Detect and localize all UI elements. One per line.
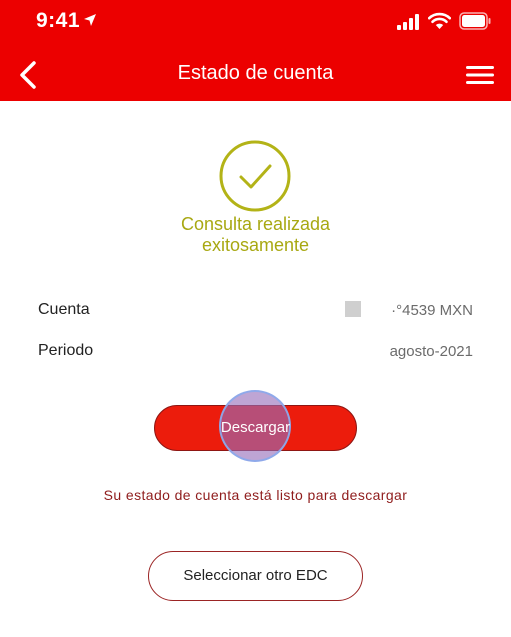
touch-indicator (219, 390, 291, 462)
app-header: 9:41 Estado de cuenta (0, 0, 511, 101)
success-message: Consulta realizada exitosamente (130, 214, 381, 256)
select-other-edc-button[interactable]: Seleccionar otro EDC (148, 551, 363, 601)
page-title: Estado de cuenta (177, 62, 334, 84)
battery-icon (459, 12, 491, 30)
account-mask-indicator (345, 301, 361, 317)
ready-message: Su estado de cuenta está listo para desc… (103, 487, 408, 503)
account-value: ·°4539 MXN (391, 302, 473, 319)
status-time: 9:41 (36, 9, 81, 32)
success-message-line-1: Consulta realizada (180, 214, 331, 234)
location-arrow-icon (84, 14, 96, 26)
checkmark-circle-icon (219, 140, 291, 212)
wifi-icon (428, 12, 451, 29)
period-label: Periodo (38, 342, 94, 359)
hamburger-menu-icon[interactable] (465, 64, 495, 86)
account-label: Cuenta (38, 301, 90, 318)
signal-icon (397, 14, 419, 30)
period-value: agosto-2021 (389, 343, 473, 360)
status-bar: 9:41 (0, 0, 511, 42)
success-message-line-2: exitosamente (201, 235, 310, 255)
